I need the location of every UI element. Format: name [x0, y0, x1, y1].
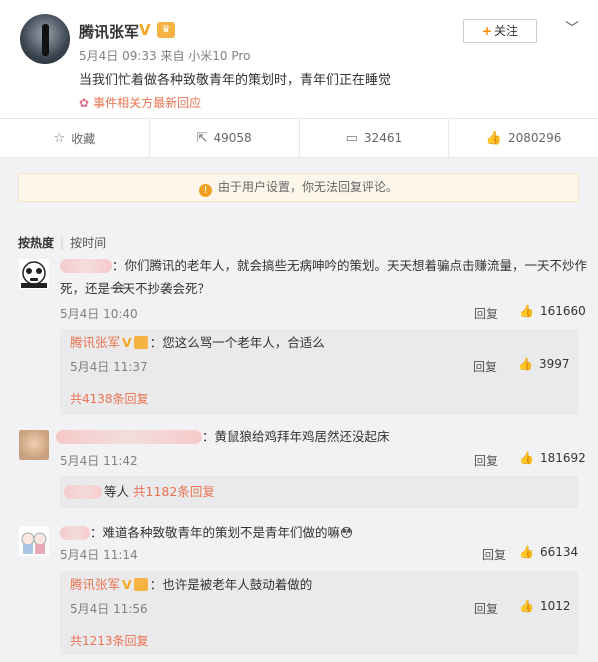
comment-text-line: 死，还是一天不抄袭会死？: [60, 281, 211, 296]
masked-username: [56, 430, 202, 444]
author-avatar[interactable]: [20, 14, 70, 64]
comment-button[interactable]: ▭ 32461: [300, 119, 450, 157]
reply-button[interactable]: 回复: [482, 546, 506, 563]
verified-icon: V: [122, 335, 132, 350]
comment-text-body: ：难道各种致敬青年的策划不是青年们做的嘛: [90, 525, 341, 540]
reply-disabled-notice: ! 由于用户设置，你无法回复评论。: [18, 173, 579, 202]
tab-divider: |: [60, 236, 65, 250]
thumb-up-icon: 👍: [485, 130, 502, 146]
sub-reply-author[interactable]: 腾讯张军: [70, 577, 120, 592]
sub-reply-text: ：也许是被老年人鼓动着做的: [149, 577, 313, 592]
comment-like-button[interactable]: 👍 181692: [519, 451, 586, 465]
star-icon: ☆: [53, 130, 66, 146]
more-replies-link[interactable]: 共4138条回复: [70, 390, 149, 407]
repost-button[interactable]: ⇱ 49058: [150, 119, 300, 157]
reply-button[interactable]: 回复: [473, 358, 497, 375]
comment-icon: ▭: [345, 130, 358, 146]
more-replies-link[interactable]: 共1213条回复: [70, 632, 149, 649]
topic-icon: ✿: [79, 96, 90, 110]
thumb-up-icon: 👍: [519, 545, 534, 559]
thumb-up-icon: 👍: [518, 357, 533, 371]
sub-reply-time: 5月4日 11:56: [70, 602, 148, 616]
action-bar: ☆ 收藏 ⇱ 49058 ▭ 32461 👍 2080296: [0, 118, 598, 158]
sub-reply-text: ：您这么骂一个老年人，合适么: [149, 335, 325, 350]
sub-reply-summary: 等人 共1182条回复: [104, 481, 215, 503]
favorite-label: 收藏: [71, 131, 96, 146]
repost-count: 49058: [213, 131, 252, 145]
comment-like-button[interactable]: 👍 66134: [519, 545, 578, 559]
like-count: 2080296: [507, 131, 562, 145]
vip-level-icon: [133, 336, 148, 349]
follow-button[interactable]: + 关注: [463, 19, 537, 43]
masked-username: [60, 526, 90, 540]
reply-button[interactable]: 回复: [474, 305, 498, 322]
comment-avatar[interactable]: [19, 259, 49, 289]
avatar-figure: [42, 24, 49, 56]
comment-text: ：难道各种致敬青年的策划不是青年们做的嘛😳: [90, 522, 353, 544]
sub-reply: 腾讯张军 V ：也许是被老年人鼓动着做的: [70, 574, 312, 596]
comment-time: 5月4日 11:14: [60, 548, 138, 562]
post-text: 当我们忙着做各种致敬青年的策划时，青年们正在睡觉: [79, 73, 392, 88]
weibo-post: 腾讯张军 V ♛ 5月4日 09:33 来自 小米10 Pro + 关注 ﹀ 当我…: [0, 0, 598, 118]
follow-label: 关注: [494, 24, 519, 38]
repost-icon: ⇱: [196, 130, 208, 146]
topic-link[interactable]: ✿ 事件相关方最新回应: [79, 94, 201, 111]
verified-icon: V: [139, 21, 151, 39]
comment-sort-tabs: 按热度 | 按时间: [18, 234, 106, 251]
thumb-up-icon: 👍: [519, 304, 534, 318]
comment-count: 32461: [363, 131, 403, 145]
reply-button[interactable]: 回复: [474, 452, 498, 469]
like-button[interactable]: 👍 2080296: [449, 119, 598, 157]
sub-reply-like-count: 1012: [539, 599, 571, 613]
sub-reply-author[interactable]: 腾讯张军: [70, 335, 120, 350]
comment-avatar[interactable]: [19, 430, 49, 460]
masked-username: [64, 485, 102, 499]
favorite-button[interactable]: ☆ 收藏: [0, 119, 150, 157]
more-replies-link[interactable]: 共1182条回复: [133, 484, 215, 499]
comment-like-button[interactable]: 👍 161660: [519, 304, 586, 318]
plus-icon: +: [481, 24, 493, 38]
warning-icon: !: [198, 184, 212, 197]
comment-text: ：黄鼠狼给鸡拜年鸡居然还没起床: [202, 429, 390, 444]
chevron-down-icon[interactable]: ﹀: [565, 18, 579, 38]
sub-reply-like-button[interactable]: 👍 1012: [519, 599, 571, 613]
comment-like-count: 161660: [539, 304, 586, 318]
sub-reply: 腾讯张军 V ：您这么骂一个老年人，合适么: [70, 332, 325, 354]
comment-time: 5月4日 11:42: [60, 454, 138, 468]
notice-text: 由于用户设置，你无法回复评论。: [217, 180, 398, 194]
vip-level-icon: [133, 578, 148, 591]
comment-like-count: 66134: [539, 545, 579, 559]
sub-reply-prefix: 等人: [104, 484, 130, 499]
verified-icon: V: [122, 577, 132, 592]
thumb-up-icon: 👍: [519, 451, 534, 465]
tab-hot[interactable]: 按热度: [18, 236, 54, 250]
comment-time: 5月4日 10:40: [60, 307, 138, 321]
sub-reply-time: 5月4日 11:37: [70, 360, 148, 374]
topic-label: 事件相关方最新回应: [93, 96, 202, 110]
vip-level-icon: ♛: [157, 22, 175, 38]
tab-time[interactable]: 按时间: [70, 236, 106, 250]
author-name[interactable]: 腾讯张军: [79, 21, 139, 42]
sub-reply-like-button[interactable]: 👍 3997: [518, 357, 570, 371]
post-meta: 5月4日 09:33 来自 小米10 Pro: [79, 49, 251, 63]
emoji-icon: 😳: [340, 525, 354, 540]
comment-avatar[interactable]: [19, 526, 49, 556]
reply-button[interactable]: 回复: [474, 600, 498, 617]
comment-like-count: 181692: [539, 451, 586, 465]
masked-username: [60, 259, 112, 273]
thumb-up-icon: 👍: [519, 599, 534, 613]
sub-reply-like-count: 3997: [538, 357, 570, 371]
